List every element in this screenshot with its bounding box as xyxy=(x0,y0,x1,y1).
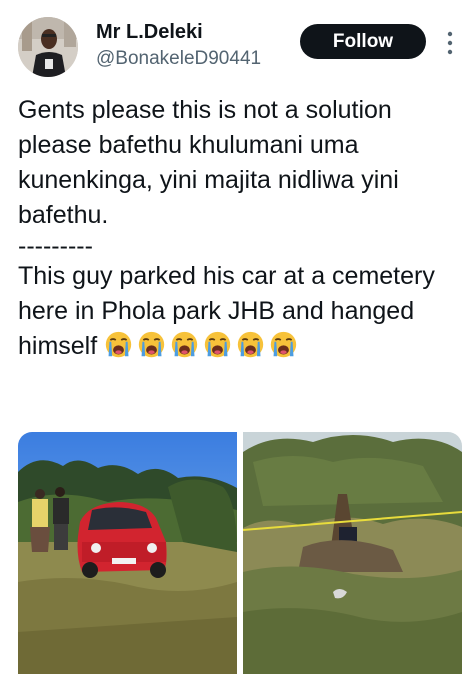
avatar-photo xyxy=(18,17,78,77)
author-display-name[interactable]: Mr L.Deleki xyxy=(96,21,203,44)
loudly-crying-face-icon xyxy=(204,331,231,358)
loudly-crying-face-icon xyxy=(105,331,132,358)
tweet-paragraph: Gents please this is not a solution plea… xyxy=(18,96,399,229)
loudly-crying-face-icon xyxy=(171,331,198,358)
tweet-paragraph: This guy parked his car at a cemetery he… xyxy=(18,259,458,364)
loudly-crying-face-icon xyxy=(138,331,165,358)
more-vertical-icon[interactable] xyxy=(440,30,460,56)
loudly-crying-face-icon xyxy=(270,331,297,358)
photo-red-car-cemetery[interactable] xyxy=(18,432,237,674)
tweet-media xyxy=(18,432,462,674)
tweet-divider: --------- xyxy=(18,232,93,260)
avatar[interactable] xyxy=(18,17,78,77)
emoji-row xyxy=(104,331,302,360)
author-handle[interactable]: @BonakeleD90441 xyxy=(96,48,261,70)
photo-tree-scene[interactable] xyxy=(243,432,462,674)
loudly-crying-face-icon xyxy=(237,331,264,358)
tweet-header: Mr L.Deleki @BonakeleD90441 Follow xyxy=(0,0,476,88)
follow-button[interactable]: Follow xyxy=(300,24,426,59)
tweet-body: Gents please this is not a solution plea… xyxy=(18,93,458,364)
